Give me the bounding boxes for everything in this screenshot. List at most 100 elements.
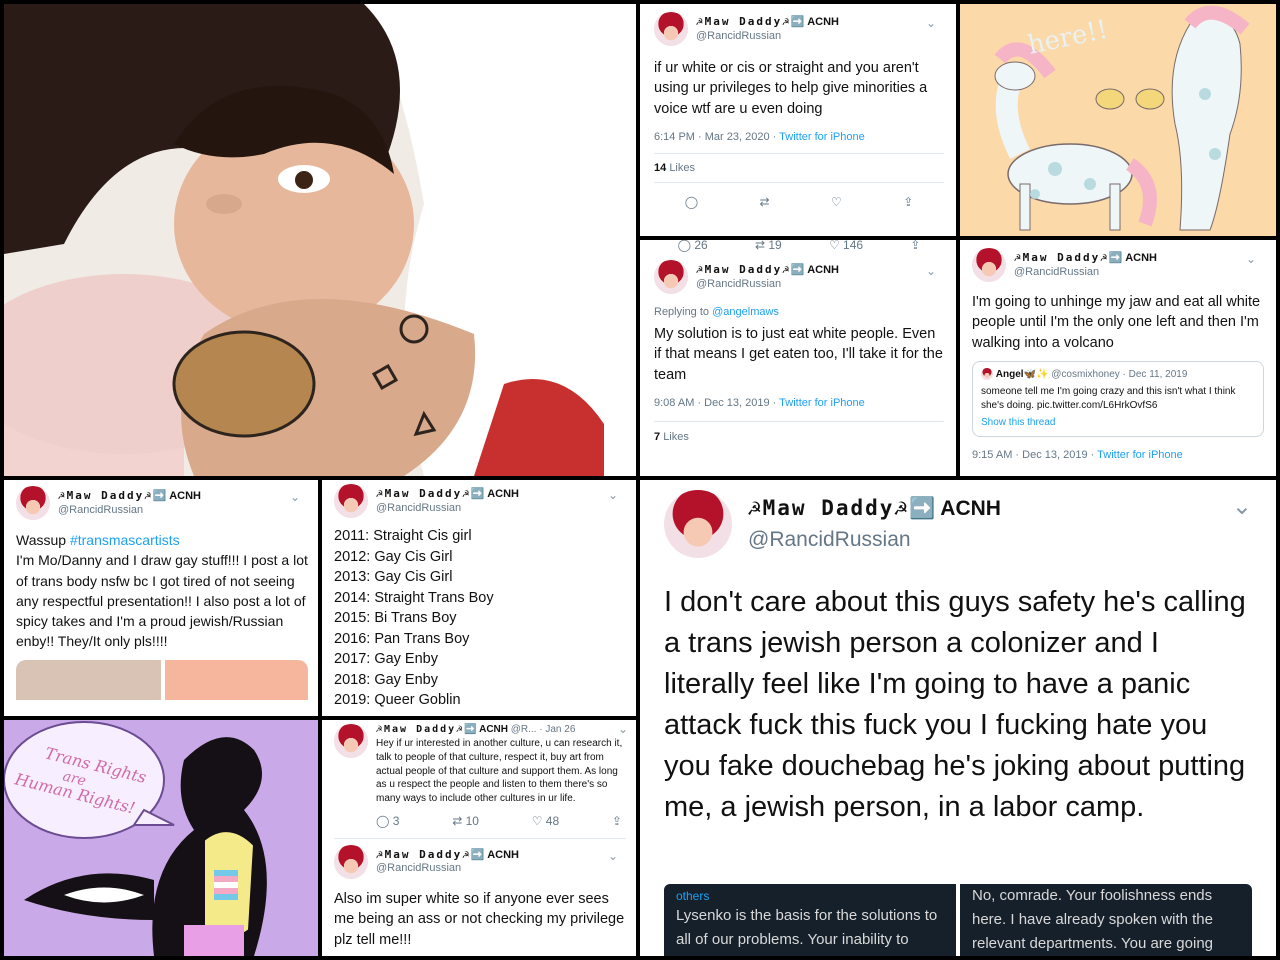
reply-icon[interactable]: ◯: [685, 195, 698, 209]
hashtag-link[interactable]: #transmascartists: [70, 532, 180, 548]
tweet-culture-thread: ☭Maw Daddy☭➡️ ACNH @R... · Jan 26 ⌄ Hey …: [322, 720, 636, 956]
timeline-line: 2013: Gay Cis Girl: [334, 569, 453, 585]
tweet-text: 2011: Straight Cis girl 2012: Gay Cis Gi…: [334, 526, 626, 711]
avatar[interactable]: [972, 248, 1006, 282]
timeline-line: 2018: Gay Enby: [334, 671, 438, 688]
share-icon[interactable]: ⇪: [910, 240, 920, 252]
display-name[interactable]: ☭Maw Daddy☭➡️ ACNH: [376, 724, 508, 735]
tweet-text: if ur white or cis or straight and you a…: [654, 60, 928, 117]
tweet-header: ☭Maw Daddy☭➡️ ACNH @RancidRussian ⌄: [654, 12, 944, 46]
handle[interactable]: @RancidRussian: [748, 527, 1001, 553]
avatar[interactable]: [334, 484, 368, 518]
chevron-down-icon[interactable]: ⌄: [926, 16, 936, 30]
trans-rights-artwork: Trans Rights are Human Rights!: [4, 720, 318, 956]
tweet-text: Wassup #transmascartists I'm Mo/Danny an…: [16, 532, 308, 650]
handle[interactable]: @RancidRussian: [58, 504, 201, 518]
media-thumbnail[interactable]: [165, 659, 308, 700]
display-name[interactable]: ☭Maw Daddy☭➡️ ACNH: [58, 489, 201, 504]
tweet-header: ☭Maw Daddy☭➡️ ACNH @RancidRussian ⌄: [16, 486, 308, 520]
tweet-header: ☭Maw Daddy☭➡️ ACNH @RancidRussian ⌄: [664, 490, 1256, 558]
embedded-text: Lysenko is the basis for the solutions t…: [676, 907, 938, 948]
embedded-screenshot-right: No, comrade. Your foolishness ends here.…: [960, 884, 1252, 956]
quoted-tweet-header: Angel🦋✨ @cosmixhoney · Dec 11, 2019: [981, 368, 1255, 382]
retweet-icon[interactable]: ⇄ 19: [755, 240, 782, 252]
source-link[interactable]: Twitter for iPhone: [779, 397, 865, 409]
avatar[interactable]: [654, 260, 688, 294]
share-icon[interactable]: ⇪: [612, 814, 622, 828]
avatar[interactable]: [334, 844, 368, 879]
show-thread-link[interactable]: Show this thread: [981, 416, 1255, 430]
display-name[interactable]: ☭Maw Daddy☭➡️ ACNH: [696, 263, 839, 278]
likes-count[interactable]: 14 Likes: [654, 154, 944, 182]
chevron-down-icon[interactable]: ⌄: [608, 849, 618, 863]
divider: [334, 837, 626, 839]
chevron-down-icon[interactable]: ⌄: [618, 722, 628, 736]
chevron-down-icon[interactable]: ⌄: [1246, 252, 1256, 266]
chevron-down-icon[interactable]: ⌄: [1232, 492, 1252, 521]
replying-to-link[interactable]: @angelmaws: [712, 306, 779, 318]
pony-artwork: here!!: [960, 4, 1276, 236]
like-icon[interactable]: ♡ 146: [829, 240, 863, 252]
handle[interactable]: @RancidRussian: [376, 862, 519, 876]
display-name[interactable]: ☭Maw Daddy☭➡️ ACNH: [696, 15, 839, 30]
retweet-icon[interactable]: ⇄ 10: [452, 814, 479, 828]
tweet-eat: ◯ 26 ⇄ 19 ♡ 146 ⇪ ☭Maw Daddy☭➡️ ACNH @Ra…: [640, 240, 956, 476]
pony-illustration: here!!: [960, 4, 1276, 236]
handle[interactable]: @RancidRussian: [376, 502, 519, 516]
embedded-screenshot-left: others Lysenko is the basis for the solu…: [664, 884, 956, 956]
trans-rights-illustration: Trans Rights are Human Rights!: [4, 720, 318, 956]
tweet-header: ☭Maw Daddy☭➡️ ACNH @RancidRussian ⌄: [972, 248, 1264, 282]
display-name[interactable]: ☭Maw Daddy☭➡️ ACNH: [376, 848, 519, 863]
tweet-big: ☭Maw Daddy☭➡️ ACNH @RancidRussian ⌄ I do…: [640, 480, 1276, 956]
previous-tweet-actions: ◯ 26 ⇄ 19 ♡ 146 ⇪: [654, 240, 944, 260]
tweet-text: My solution is to just eat white people.…: [654, 326, 943, 383]
tweet-actions: ◯ ⇄ ♡ ⇪: [654, 183, 944, 221]
tweet-timeline: ☭Maw Daddy☭➡️ ACNH @RancidRussian ⌄ 2011…: [322, 480, 636, 716]
avatar[interactable]: [16, 486, 50, 520]
chevron-down-icon[interactable]: ⌄: [608, 488, 618, 502]
display-name[interactable]: ☭Maw Daddy☭➡️ ACNH: [748, 495, 1001, 522]
quoted-tweet[interactable]: Angel🦋✨ @cosmixhoney · Dec 11, 2019 some…: [972, 360, 1264, 437]
tweet-volcano: ☭Maw Daddy☭➡️ ACNH @RancidRussian ⌄ I'm …: [960, 240, 1276, 476]
tweet-text: Also im super white so if anyone ever se…: [334, 890, 625, 948]
avatar[interactable]: [334, 724, 368, 758]
display-name[interactable]: ☭Maw Daddy☭➡️ ACNH: [1014, 251, 1157, 266]
embedded-screenshot[interactable]: others Lysenko is the basis for the solu…: [664, 884, 1252, 956]
reply-icon[interactable]: ◯ 26: [678, 240, 708, 252]
handle[interactable]: @RancidRussian: [696, 30, 839, 44]
tweet-header: ☭Maw Daddy☭➡️ ACNH @RancidRussian ⌄: [334, 484, 626, 518]
like-icon[interactable]: ♡: [831, 195, 842, 209]
embedded-label: others: [676, 889, 710, 903]
like-icon[interactable]: ♡ 48: [532, 814, 559, 828]
tweet-header: ☭Maw Daddy☭➡️ ACNH @R... · Jan 26 ⌄: [376, 722, 628, 736]
tweet-text: I'm going to unhinge my jaw and eat all …: [972, 294, 1261, 351]
tweet-text: Hey if ur interested in another culture,…: [376, 738, 623, 805]
retweet-icon[interactable]: ⇄: [760, 195, 770, 209]
chevron-down-icon[interactable]: ⌄: [290, 490, 300, 504]
quoted-tweet-text: someone tell me I'm going crazy and this…: [981, 385, 1236, 411]
avatar[interactable]: [664, 490, 732, 558]
likes-count[interactable]: 7 Likes: [654, 422, 944, 452]
avatar[interactable]: [654, 12, 688, 46]
timeline-line: 2015: Bi Trans Boy: [334, 610, 457, 626]
media-preview[interactable]: [16, 659, 308, 700]
embedded-text: No, comrade. Your foolishness ends here.…: [972, 887, 1214, 952]
media-thumbnail[interactable]: [16, 659, 161, 700]
timeline-line: 2016: Pan Trans Boy: [334, 630, 470, 647]
chevron-down-icon[interactable]: ⌄: [926, 264, 936, 278]
replying-to: Replying to @angelmaws: [654, 306, 779, 318]
source-link[interactable]: Twitter for iPhone: [1097, 449, 1183, 461]
selfie-illustration: [4, 4, 636, 476]
source-link[interactable]: Twitter for iPhone: [779, 131, 865, 143]
share-icon[interactable]: ⇪: [903, 195, 913, 209]
tweet-header: ☭Maw Daddy☭➡️ ACNH @RancidRussian ⌄: [654, 260, 944, 294]
timeline-line: 2019: Queer Goblin: [334, 692, 461, 708]
tweet-header: ☭Maw Daddy☭➡️ ACNH @RancidRussian ⌄: [334, 844, 626, 879]
tweet-privilege: ☭Maw Daddy☭➡️ ACNH @RancidRussian ⌄ if u…: [640, 4, 956, 236]
selfie-photo: [4, 4, 636, 476]
display-name[interactable]: ☭Maw Daddy☭➡️ ACNH: [376, 487, 519, 502]
handle[interactable]: @RancidRussian: [696, 278, 839, 292]
timeline-line: 2014: Straight Trans Boy: [334, 589, 494, 606]
reply-icon[interactable]: ◯ 3: [376, 814, 399, 828]
handle[interactable]: @RancidRussian: [1014, 266, 1157, 280]
